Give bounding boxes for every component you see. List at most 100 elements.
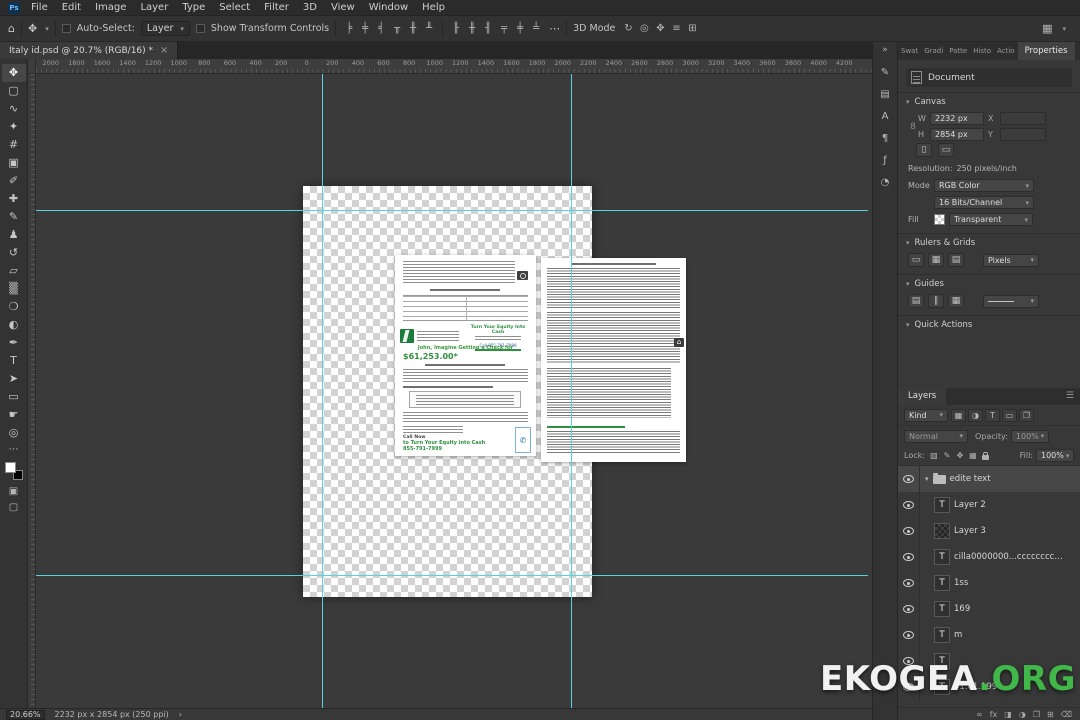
section-quick-actions[interactable]: ▾ Quick Actions [898, 315, 1080, 333]
delete-layer-icon[interactable]: ⌫ [1061, 710, 1072, 719]
brushes-panel-icon[interactable]: ✎ [876, 64, 894, 81]
fill-dropdown[interactable]: Transparent ▾ [949, 213, 1033, 226]
visibility-cell[interactable] [898, 622, 920, 648]
menu-item[interactable]: Image [88, 0, 133, 16]
3d-rotate-icon[interactable]: ↻ [621, 23, 635, 34]
grid-settings-icon[interactable]: ▤ [948, 253, 964, 267]
orientation-landscape-icon[interactable]: ▭ [938, 143, 954, 157]
height-field[interactable]: 2854 px [930, 128, 984, 141]
tab-properties[interactable]: Properties [1017, 42, 1075, 60]
crop-tool[interactable]: # [2, 136, 26, 154]
history-brush-tool[interactable]: ↺ [2, 244, 26, 262]
lock-all-icon[interactable] [981, 451, 989, 460]
x-field[interactable] [1000, 112, 1046, 125]
filter-smart-objects-icon[interactable]: ❐ [1019, 408, 1034, 422]
layer-name[interactable]: Layer 2 [954, 500, 986, 510]
visibility-cell[interactable] [898, 492, 920, 518]
move-tool[interactable]: ✥ [1, 64, 26, 82]
section-guides[interactable]: ▾ Guides [898, 274, 1080, 292]
adjustment-layer-icon[interactable]: ◑ [1019, 710, 1026, 719]
width-field[interactable]: 2232 px [930, 112, 984, 125]
show-transform-checkbox[interactable] [195, 24, 205, 33]
menu-item[interactable]: Edit [55, 0, 88, 16]
guide-style-dropdown[interactable]: ▾ [983, 294, 1039, 308]
zoom-tool[interactable]: ◎ [2, 424, 26, 442]
panel-tab[interactable]: Swat [898, 42, 921, 60]
menu-item[interactable]: 3D [296, 0, 324, 16]
filter-pixel-layers-icon[interactable]: ▦ [951, 408, 966, 422]
rectangular-marquee-tool[interactable]: ▢ [2, 82, 26, 100]
screen-mode-icon[interactable]: ▢ [2, 500, 26, 516]
align-icon[interactable]: ╞ [342, 23, 356, 34]
vertical-guide[interactable] [322, 74, 323, 708]
bit-depth-dropdown[interactable]: 16 Bits/Channel ▾ [934, 196, 1034, 209]
vertical-guide[interactable] [571, 74, 572, 708]
y-field[interactable] [1000, 128, 1046, 141]
expand-panels-icon[interactable]: » [882, 45, 888, 59]
hand-tool[interactable]: ☛ [2, 406, 26, 424]
visibility-cell[interactable] [898, 596, 920, 622]
menu-item[interactable]: Type [175, 0, 212, 16]
distribute-icon[interactable]: ╫ [465, 23, 479, 34]
eye-icon[interactable] [903, 579, 914, 587]
distribute-icon[interactable]: ╧ [529, 23, 543, 34]
lasso-tool[interactable]: ∿ [2, 100, 26, 118]
menu-item[interactable]: Filter [257, 0, 296, 16]
panel-tab[interactable]: Patte [946, 42, 970, 60]
more-options-icon[interactable]: ⋯ [549, 22, 560, 35]
color-swatches[interactable] [4, 462, 23, 480]
layer-thumbnail[interactable] [934, 523, 950, 539]
magic-wand-tool[interactable]: ✦ [2, 118, 26, 136]
3d-roll-icon[interactable]: ◎ [637, 23, 651, 34]
menu-item[interactable]: Layer [133, 0, 175, 16]
distribute-icon[interactable]: ╢ [481, 23, 495, 34]
eye-icon[interactable] [903, 605, 914, 613]
stroke-panel-icon[interactable]: ƒ [876, 152, 894, 169]
lock-position-icon[interactable]: ✥ [954, 450, 966, 462]
section-rulers-grids[interactable]: ▾ Rulers & Grids [898, 233, 1080, 251]
blur-tool[interactable]: ❍ [2, 298, 26, 316]
units-dropdown[interactable]: Pixels ▾ [983, 253, 1039, 267]
layer-name[interactable]: edite text [950, 474, 991, 484]
home-icon[interactable]: ⌂ [8, 22, 15, 35]
brush-tool[interactable]: ✎ [2, 208, 26, 226]
type-tool[interactable]: T [2, 352, 26, 370]
lock-pixels-icon[interactable]: ✎ [941, 450, 953, 462]
healing-brush-tool[interactable]: ✚ [2, 190, 26, 208]
auto-select-dropdown[interactable]: Layer ▾ [140, 21, 190, 36]
eye-icon[interactable] [903, 553, 914, 561]
layer-row[interactable]: ▾ T cilla0000000...cccccccc<0 d [898, 544, 1080, 570]
document-type-row[interactable]: Document [906, 68, 1072, 87]
horizontal-guide[interactable] [36, 575, 868, 576]
orientation-portrait-icon[interactable]: ▯ [916, 143, 932, 157]
menu-item[interactable]: View [324, 0, 362, 16]
panel-tab[interactable]: Gradi [921, 42, 946, 60]
menu-item[interactable]: Window [362, 0, 415, 16]
history-panel-icon[interactable]: ◔ [876, 174, 894, 191]
rulers-toggle-icon[interactable]: ▭ [908, 253, 924, 267]
quick-mask-icon[interactable]: ▣ [2, 484, 26, 500]
guides-toggle-icon[interactable]: ▤ [908, 294, 924, 308]
panel-menu-icon[interactable]: ☰ [1060, 388, 1080, 405]
dodge-tool[interactable]: ◐ [2, 316, 26, 334]
section-canvas[interactable]: ▾ Canvas [898, 92, 1080, 110]
shape-tool[interactable]: ▭ [2, 388, 26, 406]
layer-row[interactable]: ▾ T Layer 2 [898, 492, 1080, 518]
visibility-cell[interactable] [898, 466, 920, 492]
kind-filter-dropdown[interactable]: Kind ▾ [904, 408, 948, 422]
path-selection-tool[interactable]: ➤ [2, 370, 26, 388]
tab-layers[interactable]: Layers [898, 388, 947, 405]
3d-pan-icon[interactable]: ✥ [653, 23, 667, 34]
layer-name[interactable]: cilla0000000...cccccccc<0 d [954, 552, 1064, 562]
layer-name[interactable]: 1ss [954, 578, 968, 588]
filter-type-layers-icon[interactable]: T [985, 408, 1000, 422]
smart-guides-icon[interactable]: ∥ [928, 294, 944, 308]
chevron-down-icon[interactable]: ▾ [1062, 25, 1066, 33]
layer-mask-icon[interactable]: ◨ [1004, 710, 1012, 719]
distribute-icon[interactable]: ╤ [497, 23, 511, 34]
paragraph-panel-icon[interactable]: ¶ [876, 130, 894, 147]
blend-mode-dropdown[interactable]: Normal ▾ [904, 429, 968, 443]
filter-shape-layers-icon[interactable]: ▭ [1002, 408, 1017, 422]
layer-row[interactable]: ▾ T 1ss [898, 570, 1080, 596]
eye-icon[interactable] [903, 501, 914, 509]
